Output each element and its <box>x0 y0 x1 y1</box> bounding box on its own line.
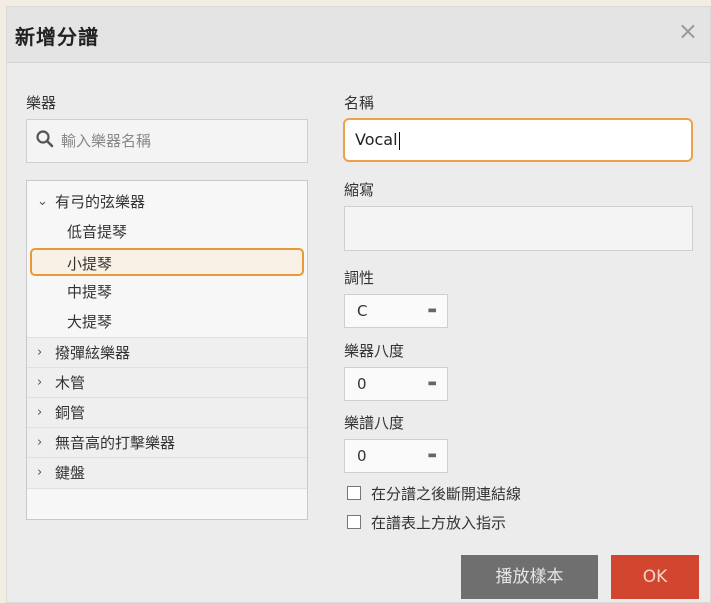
chevron-down-icon: ▬ <box>427 378 437 389</box>
tree-item-violin[interactable]: 小提琴 <box>30 248 304 276</box>
tree-item-label: 低音提琴 <box>67 223 128 241</box>
chevron-right-icon: › <box>37 405 43 420</box>
name-label: 名稱 <box>344 94 375 112</box>
tree-group-brass[interactable]: › 銅管 <box>27 397 307 428</box>
ok-button[interactable]: OK <box>611 555 699 599</box>
name-field[interactable]: Vocal <box>343 118 693 162</box>
key-select[interactable]: C ▬ <box>344 294 448 328</box>
checkbox-icon[interactable] <box>347 514 361 529</box>
add-part-dialog: 新增分譜 × 樂器 ⌄ 有弓的弦樂器 低音提琴 小提琴 中提琴 大提琴 › 撥彈… <box>6 6 711 603</box>
chevron-right-icon: › <box>37 375 43 390</box>
instruments-label: 樂器 <box>26 94 57 112</box>
tree-item-cello[interactable]: 大提琴 <box>27 307 307 337</box>
score-octave-select[interactable]: 0 ▬ <box>344 439 448 473</box>
tree-group-label: 撥彈絃樂器 <box>55 344 131 362</box>
tree-group-label: 無音高的打擊樂器 <box>55 434 176 452</box>
tree-group-keyboards[interactable]: › 鍵盤 <box>27 457 307 489</box>
tree-group-bowed-strings[interactable]: ⌄ 有弓的弦樂器 <box>27 187 307 217</box>
instrument-octave-select[interactable]: 0 ▬ <box>344 367 448 401</box>
chevron-down-icon: ⌄ <box>37 194 48 209</box>
checkbox-label: 在譜表上方放入指示 <box>371 514 507 532</box>
key-select-value: C <box>357 302 368 320</box>
tree-item-label: 小提琴 <box>67 255 113 273</box>
tree-group-plucked-strings[interactable]: › 撥彈絃樂器 <box>27 337 307 368</box>
tree-group-label: 木管 <box>55 374 86 392</box>
chevron-right-icon: › <box>37 465 43 480</box>
show-above-staff-checkbox[interactable]: 在譜表上方放入指示 <box>347 512 506 534</box>
name-field-value: Vocal <box>355 130 398 149</box>
chevron-right-icon: › <box>37 345 43 360</box>
text-caret <box>398 131 400 150</box>
checkbox-icon[interactable] <box>347 485 361 500</box>
tree-group-label: 銅管 <box>55 404 86 422</box>
tree-item-label: 大提琴 <box>67 313 113 331</box>
tree-item-label: 中提琴 <box>67 283 113 301</box>
score-octave-value: 0 <box>357 447 367 465</box>
key-label: 調性 <box>344 269 375 287</box>
instrument-search[interactable] <box>26 119 308 163</box>
abbreviation-label: 縮寫 <box>344 181 375 199</box>
dialog-title: 新增分譜 <box>15 25 99 49</box>
abbreviation-field[interactable] <box>344 206 693 251</box>
break-ties-checkbox[interactable]: 在分譜之後斷開連結線 <box>347 483 521 505</box>
search-icon <box>36 130 54 148</box>
checkbox-label: 在分譜之後斷開連結線 <box>371 485 522 503</box>
tree-item-double-bass[interactable]: 低音提琴 <box>27 217 307 247</box>
instrument-octave-value: 0 <box>357 375 367 393</box>
tree-item-viola[interactable]: 中提琴 <box>27 277 307 307</box>
tree-group-label: 有弓的弦樂器 <box>55 193 146 211</box>
close-icon[interactable]: × <box>678 17 698 45</box>
instrument-tree: ⌄ 有弓的弦樂器 低音提琴 小提琴 中提琴 大提琴 › 撥彈絃樂器 › 木管 ›… <box>26 180 308 520</box>
score-octave-label: 樂譜八度 <box>344 414 405 432</box>
title-bar: 新增分譜 × <box>7 7 710 63</box>
chevron-down-icon: ▬ <box>427 450 437 461</box>
tree-group-woodwinds[interactable]: › 木管 <box>27 367 307 398</box>
play-sample-button[interactable]: 播放樣本 <box>461 555 598 599</box>
instrument-search-input[interactable] <box>61 120 301 162</box>
tree-group-unpitched-percussion[interactable]: › 無音高的打擊樂器 <box>27 427 307 458</box>
chevron-right-icon: › <box>37 435 43 450</box>
tree-group-label: 鍵盤 <box>55 464 86 482</box>
instrument-octave-label: 樂器八度 <box>344 342 405 360</box>
chevron-down-icon: ▬ <box>427 305 437 316</box>
